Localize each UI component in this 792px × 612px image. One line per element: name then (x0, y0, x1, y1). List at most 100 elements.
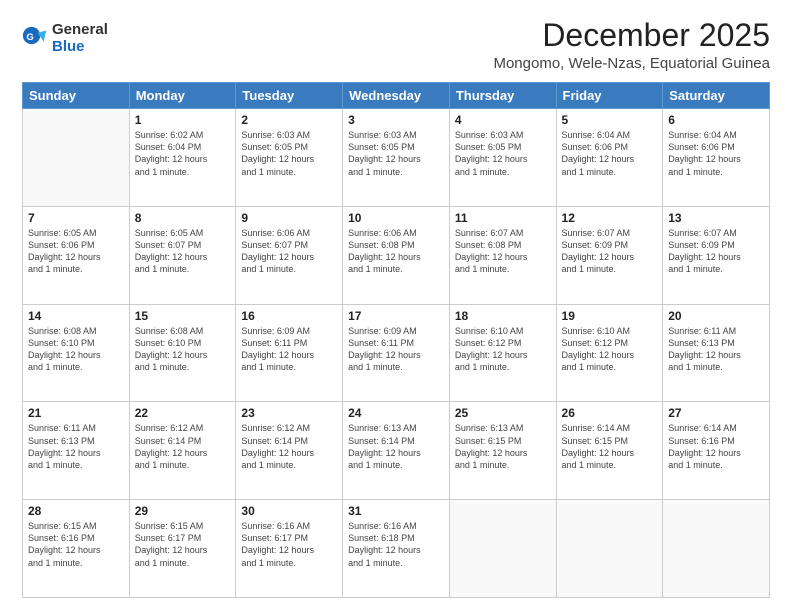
day-number: 20 (668, 309, 764, 323)
day-info: Sunrise: 6:13 AMSunset: 6:14 PMDaylight:… (348, 423, 421, 469)
day-number: 1 (135, 113, 231, 127)
calendar-cell: 30 Sunrise: 6:16 AMSunset: 6:17 PMDaylig… (236, 500, 343, 598)
calendar-cell: 13 Sunrise: 6:07 AMSunset: 6:09 PMDaylig… (663, 206, 770, 304)
calendar-week-row: 21 Sunrise: 6:11 AMSunset: 6:13 PMDaylig… (23, 402, 770, 500)
day-info: Sunrise: 6:11 AMSunset: 6:13 PMDaylight:… (28, 423, 101, 469)
day-number: 13 (668, 211, 764, 225)
day-number: 2 (241, 113, 337, 127)
month-title: December 2025 (493, 18, 770, 53)
weekday-header-tuesday: Tuesday (236, 83, 343, 109)
logo-blue: Blue (52, 39, 108, 56)
calendar-cell: 28 Sunrise: 6:15 AMSunset: 6:16 PMDaylig… (23, 500, 130, 598)
calendar-cell: 21 Sunrise: 6:11 AMSunset: 6:13 PMDaylig… (23, 402, 130, 500)
calendar-cell: 25 Sunrise: 6:13 AMSunset: 6:15 PMDaylig… (449, 402, 556, 500)
calendar-cell (556, 500, 663, 598)
weekday-header-monday: Monday (129, 83, 236, 109)
day-info: Sunrise: 6:12 AMSunset: 6:14 PMDaylight:… (135, 423, 208, 469)
day-info: Sunrise: 6:07 AMSunset: 6:09 PMDaylight:… (668, 228, 741, 274)
day-info: Sunrise: 6:05 AMSunset: 6:06 PMDaylight:… (28, 228, 101, 274)
calendar-cell: 19 Sunrise: 6:10 AMSunset: 6:12 PMDaylig… (556, 304, 663, 402)
weekday-header-wednesday: Wednesday (343, 83, 450, 109)
day-number: 12 (562, 211, 658, 225)
calendar-cell: 8 Sunrise: 6:05 AMSunset: 6:07 PMDayligh… (129, 206, 236, 304)
calendar-cell: 12 Sunrise: 6:07 AMSunset: 6:09 PMDaylig… (556, 206, 663, 304)
day-info: Sunrise: 6:15 AMSunset: 6:17 PMDaylight:… (135, 521, 208, 567)
weekday-header-row: SundayMondayTuesdayWednesdayThursdayFrid… (23, 83, 770, 109)
calendar-cell: 24 Sunrise: 6:13 AMSunset: 6:14 PMDaylig… (343, 402, 450, 500)
day-info: Sunrise: 6:14 AMSunset: 6:16 PMDaylight:… (668, 423, 741, 469)
calendar-cell: 26 Sunrise: 6:14 AMSunset: 6:15 PMDaylig… (556, 402, 663, 500)
location-title: Mongomo, Wele-Nzas, Equatorial Guinea (493, 55, 770, 72)
calendar-cell: 31 Sunrise: 6:16 AMSunset: 6:18 PMDaylig… (343, 500, 450, 598)
day-info: Sunrise: 6:06 AMSunset: 6:07 PMDaylight:… (241, 228, 314, 274)
calendar-cell: 17 Sunrise: 6:09 AMSunset: 6:11 PMDaylig… (343, 304, 450, 402)
day-number: 3 (348, 113, 444, 127)
day-number: 11 (455, 211, 551, 225)
logo-general: General (52, 22, 108, 39)
day-number: 14 (28, 309, 124, 323)
day-number: 16 (241, 309, 337, 323)
day-number: 22 (135, 406, 231, 420)
day-info: Sunrise: 6:10 AMSunset: 6:12 PMDaylight:… (455, 326, 528, 372)
day-info: Sunrise: 6:12 AMSunset: 6:14 PMDaylight:… (241, 423, 314, 469)
calendar-cell: 18 Sunrise: 6:10 AMSunset: 6:12 PMDaylig… (449, 304, 556, 402)
day-info: Sunrise: 6:08 AMSunset: 6:10 PMDaylight:… (135, 326, 208, 372)
day-number: 26 (562, 406, 658, 420)
calendar-cell: 20 Sunrise: 6:11 AMSunset: 6:13 PMDaylig… (663, 304, 770, 402)
title-block: December 2025 Mongomo, Wele-Nzas, Equato… (493, 18, 770, 72)
day-info: Sunrise: 6:16 AMSunset: 6:17 PMDaylight:… (241, 521, 314, 567)
day-info: Sunrise: 6:16 AMSunset: 6:18 PMDaylight:… (348, 521, 421, 567)
day-number: 4 (455, 113, 551, 127)
logo: G General Blue (22, 22, 108, 55)
calendar-cell (663, 500, 770, 598)
calendar-table: SundayMondayTuesdayWednesdayThursdayFrid… (22, 82, 770, 598)
calendar-week-row: 1 Sunrise: 6:02 AMSunset: 6:04 PMDayligh… (23, 109, 770, 207)
day-number: 23 (241, 406, 337, 420)
day-number: 7 (28, 211, 124, 225)
calendar-cell: 1 Sunrise: 6:02 AMSunset: 6:04 PMDayligh… (129, 109, 236, 207)
calendar-week-row: 28 Sunrise: 6:15 AMSunset: 6:16 PMDaylig… (23, 500, 770, 598)
calendar-week-row: 7 Sunrise: 6:05 AMSunset: 6:06 PMDayligh… (23, 206, 770, 304)
calendar-cell (23, 109, 130, 207)
weekday-header-saturday: Saturday (663, 83, 770, 109)
header: G General Blue December 2025 Mongomo, We… (22, 18, 770, 72)
calendar-cell: 11 Sunrise: 6:07 AMSunset: 6:08 PMDaylig… (449, 206, 556, 304)
calendar-week-row: 14 Sunrise: 6:08 AMSunset: 6:10 PMDaylig… (23, 304, 770, 402)
logo-text: General Blue (52, 22, 108, 55)
calendar-cell: 5 Sunrise: 6:04 AMSunset: 6:06 PMDayligh… (556, 109, 663, 207)
day-number: 25 (455, 406, 551, 420)
day-number: 21 (28, 406, 124, 420)
calendar-cell: 9 Sunrise: 6:06 AMSunset: 6:07 PMDayligh… (236, 206, 343, 304)
day-number: 6 (668, 113, 764, 127)
calendar-cell: 3 Sunrise: 6:03 AMSunset: 6:05 PMDayligh… (343, 109, 450, 207)
day-info: Sunrise: 6:02 AMSunset: 6:04 PMDaylight:… (135, 130, 208, 176)
weekday-header-friday: Friday (556, 83, 663, 109)
day-info: Sunrise: 6:15 AMSunset: 6:16 PMDaylight:… (28, 521, 101, 567)
day-number: 5 (562, 113, 658, 127)
calendar-cell: 27 Sunrise: 6:14 AMSunset: 6:16 PMDaylig… (663, 402, 770, 500)
day-info: Sunrise: 6:13 AMSunset: 6:15 PMDaylight:… (455, 423, 528, 469)
day-info: Sunrise: 6:08 AMSunset: 6:10 PMDaylight:… (28, 326, 101, 372)
calendar-cell: 4 Sunrise: 6:03 AMSunset: 6:05 PMDayligh… (449, 109, 556, 207)
day-info: Sunrise: 6:03 AMSunset: 6:05 PMDaylight:… (241, 130, 314, 176)
day-number: 17 (348, 309, 444, 323)
day-number: 30 (241, 504, 337, 518)
day-info: Sunrise: 6:11 AMSunset: 6:13 PMDaylight:… (668, 326, 741, 372)
weekday-header-sunday: Sunday (23, 83, 130, 109)
day-number: 10 (348, 211, 444, 225)
calendar-cell: 29 Sunrise: 6:15 AMSunset: 6:17 PMDaylig… (129, 500, 236, 598)
calendar-cell: 14 Sunrise: 6:08 AMSunset: 6:10 PMDaylig… (23, 304, 130, 402)
day-info: Sunrise: 6:03 AMSunset: 6:05 PMDaylight:… (348, 130, 421, 176)
day-number: 8 (135, 211, 231, 225)
day-info: Sunrise: 6:09 AMSunset: 6:11 PMDaylight:… (241, 326, 314, 372)
day-info: Sunrise: 6:07 AMSunset: 6:08 PMDaylight:… (455, 228, 528, 274)
day-info: Sunrise: 6:03 AMSunset: 6:05 PMDaylight:… (455, 130, 528, 176)
day-number: 27 (668, 406, 764, 420)
day-number: 18 (455, 309, 551, 323)
day-info: Sunrise: 6:14 AMSunset: 6:15 PMDaylight:… (562, 423, 635, 469)
day-info: Sunrise: 6:06 AMSunset: 6:08 PMDaylight:… (348, 228, 421, 274)
calendar-cell: 23 Sunrise: 6:12 AMSunset: 6:14 PMDaylig… (236, 402, 343, 500)
day-info: Sunrise: 6:04 AMSunset: 6:06 PMDaylight:… (668, 130, 741, 176)
calendar-cell: 15 Sunrise: 6:08 AMSunset: 6:10 PMDaylig… (129, 304, 236, 402)
calendar-cell: 22 Sunrise: 6:12 AMSunset: 6:14 PMDaylig… (129, 402, 236, 500)
